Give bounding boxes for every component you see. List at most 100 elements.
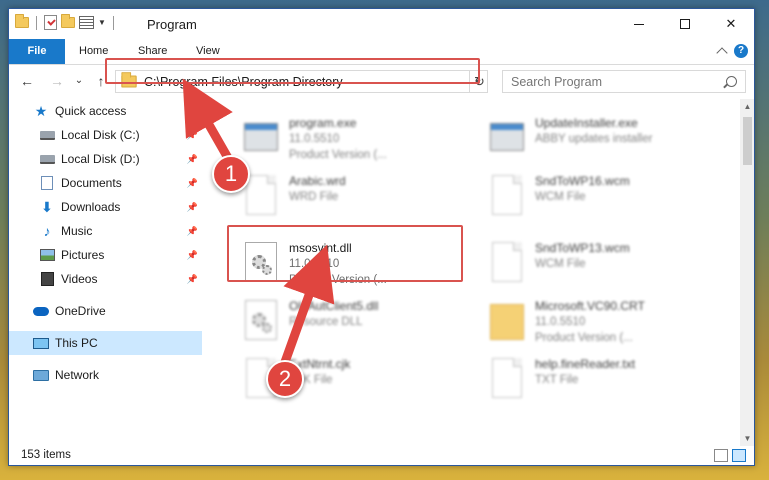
sidebar-item-documents[interactable]: Documents 📌: [9, 171, 202, 195]
minimize-icon: [634, 23, 644, 25]
sidebar-item-this-pc[interactable]: This PC: [9, 331, 202, 355]
customize-toolbar-chevron-down-icon[interactable]: ▼: [98, 18, 106, 27]
pin-icon: 📌: [186, 177, 198, 188]
pin-icon: 📌: [186, 273, 198, 284]
file-thumbnail: [487, 240, 527, 288]
document-icon: [492, 358, 522, 398]
tab-home[interactable]: Home: [79, 39, 108, 64]
close-button[interactable]: ✕: [708, 9, 754, 39]
sidebar-item-videos[interactable]: Videos 📌: [9, 267, 202, 291]
file-thumbnail: [487, 298, 527, 346]
sidebar-item-local-disk-d[interactable]: Local Disk (D:) 📌: [9, 147, 202, 171]
network-icon: [33, 367, 49, 383]
sidebar-item-label: This PC: [55, 336, 98, 350]
file-detail: 11.0.5510: [535, 316, 586, 328]
item-count: 153 items: [21, 449, 71, 461]
file-item[interactable]: program.exe 11.0.5510 Product Version (.…: [235, 111, 465, 169]
properties-icon[interactable]: [79, 16, 94, 29]
downloads-icon: ⬇: [41, 198, 53, 215]
maximize-icon: [680, 19, 690, 29]
search-icon: [726, 76, 737, 87]
sidebar-item-downloads[interactable]: ⬇ Downloads 📌: [9, 195, 202, 219]
sidebar-item-label: Network: [55, 368, 100, 382]
help-icon[interactable]: ?: [734, 44, 748, 58]
title-bar: ▼ Program ✕: [9, 9, 754, 39]
file-detail: Resource DLL: [289, 316, 363, 328]
file-item[interactable]: UpdateInstaller.exe ABBY updates install…: [481, 111, 711, 169]
sidebar-item-label: Pictures: [61, 248, 105, 262]
tab-file[interactable]: File: [9, 39, 65, 64]
sidebar-item-label: Local Disk (C:): [61, 128, 140, 142]
disk-icon: [39, 127, 55, 143]
search-input[interactable]: [511, 74, 726, 89]
application-icon: [244, 123, 278, 151]
document-icon: [246, 175, 276, 215]
maximize-button[interactable]: [662, 9, 708, 39]
file-detail: Product Version (...: [289, 149, 387, 161]
cloud-icon: [33, 303, 49, 319]
forward-button[interactable]: →: [47, 71, 67, 91]
file-thumbnail: [241, 115, 281, 163]
file-item[interactable]: help.fineReader.txt TXT File: [481, 352, 711, 410]
sidebar-item-pictures[interactable]: Pictures 📌: [9, 243, 202, 267]
ribbon-controls: ?: [716, 44, 748, 59]
disk-icon: [39, 151, 55, 167]
minimize-button[interactable]: [616, 9, 662, 39]
file-name: help.fineReader.txt: [535, 357, 636, 371]
dll-gear-icon: [245, 300, 277, 340]
step-2-badge: 2: [266, 360, 304, 398]
pin-icon: 📌: [186, 153, 198, 164]
toolbar-separator: [112, 15, 114, 30]
file-name: SndToWP13.wcm: [535, 241, 630, 255]
pin-icon: 📌: [186, 249, 198, 260]
scroll-up-icon[interactable]: ▲: [740, 99, 754, 114]
back-button[interactable]: ←: [17, 71, 37, 91]
computer-icon: [33, 335, 49, 351]
sidebar-item-label: Quick access: [55, 104, 127, 118]
file-thumbnail: [241, 298, 281, 346]
sidebar-item-label: OneDrive: [55, 304, 106, 318]
file-item[interactable]: Arabic.wrd WRD File: [235, 169, 465, 227]
file-highlight-box: [227, 225, 463, 282]
quick-access-toolbar: ▼: [15, 14, 117, 30]
music-icon: ♪: [43, 223, 51, 239]
recent-locations-button[interactable]: ⌄: [69, 71, 89, 91]
large-icons-view-icon[interactable]: [732, 449, 746, 462]
file-thumbnail: [487, 115, 527, 163]
sidebar-item-label: Downloads: [61, 200, 121, 214]
file-item[interactable]: SndToWP13.wcm WCM File: [481, 236, 711, 294]
sidebar-item-onedrive[interactable]: OneDrive: [9, 299, 202, 323]
close-icon: ✕: [725, 16, 737, 31]
documents-icon: [39, 175, 55, 191]
expand-ribbon-chevron-icon[interactable]: [716, 47, 728, 59]
sidebar-item-local-disk-c[interactable]: Local Disk (C:) 📌: [9, 123, 202, 147]
properties-check-icon[interactable]: [44, 15, 57, 30]
file-item[interactable]: Microsoft.VC90.CRT 11.0.5510 Product Ver…: [481, 294, 711, 352]
search-box[interactable]: [502, 70, 746, 93]
file-item[interactable]: OleAutClient5.dll Resource DLL: [235, 294, 465, 352]
file-name: Arabic.wrd: [289, 174, 346, 188]
sidebar-item-quick-access[interactable]: ★ Quick access: [9, 99, 202, 123]
file-item[interactable]: SndToWP16.wcm WCM File: [481, 169, 711, 227]
file-detail: 11.0.5510: [289, 133, 340, 145]
file-name: Microsoft.VC90.CRT: [535, 299, 645, 313]
sidebar-item-label: Local Disk (D:): [61, 152, 140, 166]
file-detail: WRD File: [289, 191, 339, 203]
videos-icon: [39, 271, 55, 287]
star-icon: ★: [34, 102, 48, 119]
vertical-scrollbar[interactable]: ▲ ▼: [740, 99, 754, 446]
navigation-pane: ★ Quick access Local Disk (C:) 📌 Local D…: [9, 99, 202, 446]
file-name: program.exe: [289, 116, 357, 130]
file-name: SndToWP16.wcm: [535, 174, 630, 188]
scrollbar-thumb[interactable]: [743, 117, 752, 165]
details-view-icon[interactable]: [714, 449, 728, 462]
step-1-badge: 1: [212, 155, 250, 193]
view-switcher: [714, 449, 746, 462]
scroll-down-icon[interactable]: ▼: [740, 431, 754, 446]
file-detail: WCM File: [535, 191, 586, 203]
sidebar-item-music[interactable]: ♪ Music 📌: [9, 219, 202, 243]
sidebar-item-network[interactable]: Network: [9, 363, 202, 387]
new-folder-icon[interactable]: [61, 14, 75, 28]
window-controls: ✕: [616, 9, 754, 39]
